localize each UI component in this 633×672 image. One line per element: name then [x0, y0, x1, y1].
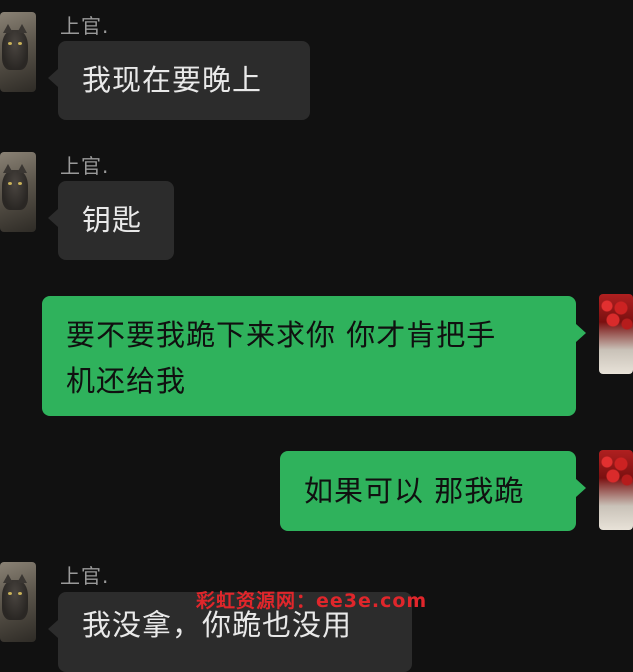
contact-avatar[interactable] [0, 562, 36, 642]
message-text-line: 机还给我 [66, 364, 187, 398]
message-text: 我没拿，你跪也没用 [82, 608, 353, 642]
watermark: 彩虹资源网：ee3e.com [196, 590, 428, 612]
sender-name: 上官. [60, 564, 110, 588]
message-bubble[interactable]: 如果可以 那我跪 [280, 451, 586, 531]
message-text: 我现在要晚上 [82, 63, 263, 97]
message-text-line: 要不要我跪下来求你 你才肯把手 [66, 318, 497, 352]
contact-avatar[interactable] [0, 12, 36, 92]
message-bubble[interactable]: 要不要我跪下来求你 你才肯把手 机还给我 [42, 296, 586, 416]
message-text: 钥匙 [82, 203, 143, 237]
sender-name: 上官. [60, 154, 110, 178]
self-avatar[interactable] [599, 450, 633, 530]
message-text: 如果可以 那我跪 [304, 474, 525, 508]
contact-avatar[interactable] [0, 152, 36, 232]
self-avatar[interactable] [599, 294, 633, 374]
message-bubble[interactable]: 钥匙 [48, 181, 174, 260]
message-bubble[interactable]: 我现在要晚上 [48, 41, 310, 120]
sender-name: 上官. [60, 14, 110, 38]
